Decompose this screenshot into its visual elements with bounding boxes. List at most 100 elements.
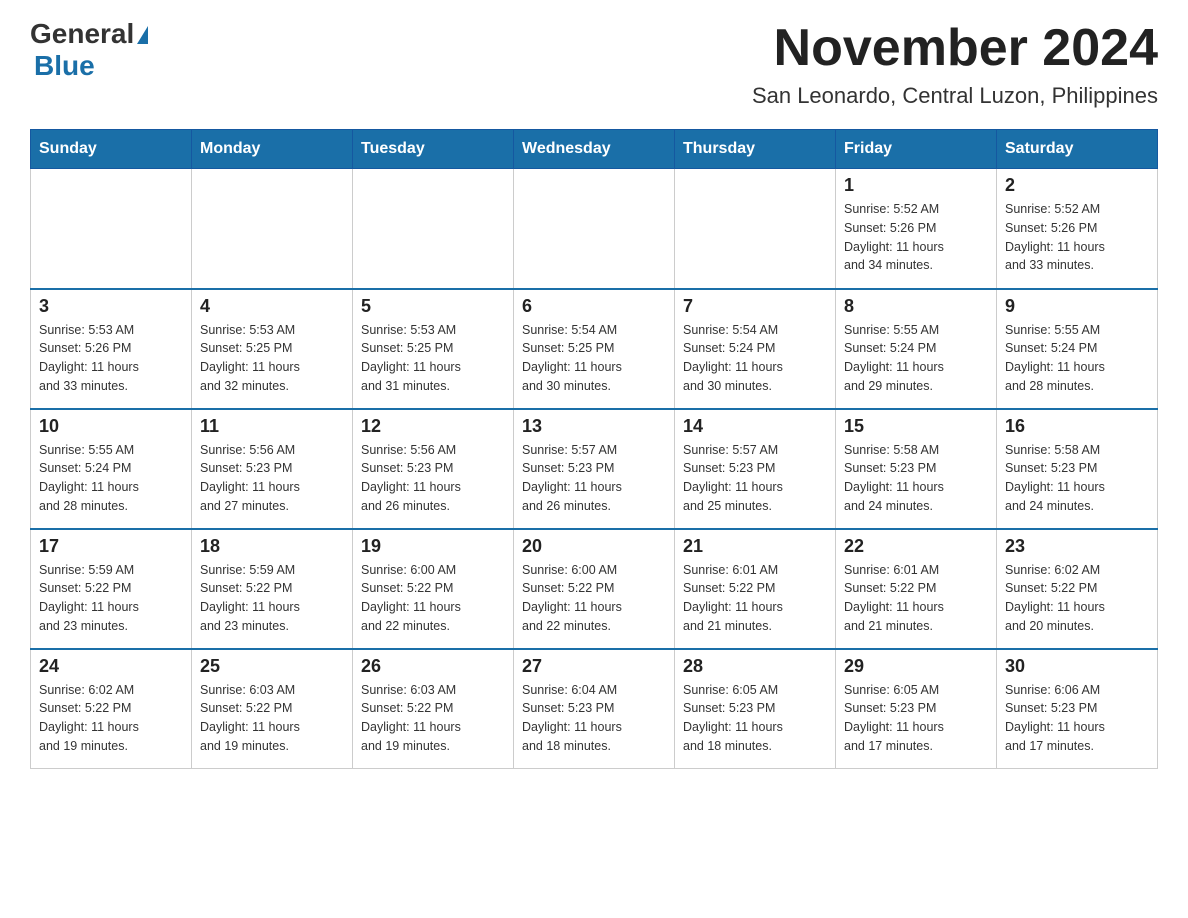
calendar-cell: 25 Sunrise: 6:03 AM Sunset: 5:22 PM Dayli… (192, 649, 353, 769)
day-number: 23 (1005, 536, 1149, 557)
day-number: 3 (39, 296, 183, 317)
calendar-cell (192, 169, 353, 289)
calendar-cell: 21Sunrise: 6:01 AM Sunset: 5:22 PM Dayli… (675, 529, 836, 649)
day-of-week-header: Sunday (31, 130, 192, 169)
calendar-cell: 27 Sunrise: 6:04 AM Sunset: 5:23 PM Dayli… (514, 649, 675, 769)
day-number: 17 (39, 536, 183, 557)
day-of-week-header: Thursday (675, 130, 836, 169)
calendar-cell: 4 Sunrise: 5:53 AM Sunset: 5:25 PM Daylig… (192, 289, 353, 409)
calendar-week-row: 1 Sunrise: 5:52 AM Sunset: 5:26 PM Daylig… (31, 169, 1158, 289)
day-sun-info: Sunrise: 6:03 AM Sunset: 5:22 PM Dayligh… (200, 681, 344, 756)
day-sun-info: Sunrise: 5:59 AM Sunset: 5:22 PM Dayligh… (39, 561, 183, 636)
calendar-table: SundayMondayTuesdayWednesdayThursdayFrid… (30, 129, 1158, 769)
logo-general-text: General (30, 20, 134, 48)
calendar-cell: 23Sunrise: 6:02 AM Sunset: 5:22 PM Dayli… (997, 529, 1158, 649)
calendar-cell (31, 169, 192, 289)
calendar-cell: 5Sunrise: 5:53 AM Sunset: 5:25 PM Daylig… (353, 289, 514, 409)
day-of-week-header: Wednesday (514, 130, 675, 169)
day-sun-info: Sunrise: 5:55 AM Sunset: 5:24 PM Dayligh… (844, 321, 988, 396)
calendar-cell: 22 Sunrise: 6:01 AM Sunset: 5:22 PM Dayli… (836, 529, 997, 649)
calendar-cell: 17 Sunrise: 5:59 AM Sunset: 5:22 PM Dayli… (31, 529, 192, 649)
calendar-cell: 20Sunrise: 6:00 AM Sunset: 5:22 PM Dayli… (514, 529, 675, 649)
calendar-month-year: November 2024 (752, 20, 1158, 77)
day-number: 14 (683, 416, 827, 437)
calendar-cell: 16Sunrise: 5:58 AM Sunset: 5:23 PM Dayli… (997, 409, 1158, 529)
day-sun-info: Sunrise: 6:05 AM Sunset: 5:23 PM Dayligh… (844, 681, 988, 756)
calendar-week-row: 24 Sunrise: 6:02 AM Sunset: 5:22 PM Dayli… (31, 649, 1158, 769)
calendar-cell: 30 Sunrise: 6:06 AM Sunset: 5:23 PM Dayli… (997, 649, 1158, 769)
calendar-cell: 8Sunrise: 5:55 AM Sunset: 5:24 PM Daylig… (836, 289, 997, 409)
day-sun-info: Sunrise: 5:56 AM Sunset: 5:23 PM Dayligh… (361, 441, 505, 516)
calendar-cell (353, 169, 514, 289)
logo-blue-text: Blue (30, 50, 95, 82)
day-sun-info: Sunrise: 5:57 AM Sunset: 5:23 PM Dayligh… (522, 441, 666, 516)
day-number: 6 (522, 296, 666, 317)
day-sun-info: Sunrise: 5:54 AM Sunset: 5:24 PM Dayligh… (683, 321, 827, 396)
day-sun-info: Sunrise: 5:55 AM Sunset: 5:24 PM Dayligh… (1005, 321, 1149, 396)
day-number: 9 (1005, 296, 1149, 317)
day-number: 19 (361, 536, 505, 557)
day-number: 26 (361, 656, 505, 677)
day-number: 10 (39, 416, 183, 437)
day-number: 27 (522, 656, 666, 677)
calendar-location: San Leonardo, Central Luzon, Philippines (752, 83, 1158, 109)
day-sun-info: Sunrise: 5:53 AM Sunset: 5:25 PM Dayligh… (200, 321, 344, 396)
calendar-cell: 28Sunrise: 6:05 AM Sunset: 5:23 PM Dayli… (675, 649, 836, 769)
day-number: 1 (844, 175, 988, 196)
calendar-body: 1 Sunrise: 5:52 AM Sunset: 5:26 PM Daylig… (31, 169, 1158, 769)
calendar-cell: 9 Sunrise: 5:55 AM Sunset: 5:24 PM Daylig… (997, 289, 1158, 409)
calendar-cell: 11Sunrise: 5:56 AM Sunset: 5:23 PM Dayli… (192, 409, 353, 529)
day-sun-info: Sunrise: 5:55 AM Sunset: 5:24 PM Dayligh… (39, 441, 183, 516)
day-sun-info: Sunrise: 6:05 AM Sunset: 5:23 PM Dayligh… (683, 681, 827, 756)
calendar-cell: 10 Sunrise: 5:55 AM Sunset: 5:24 PM Dayli… (31, 409, 192, 529)
day-sun-info: Sunrise: 6:01 AM Sunset: 5:22 PM Dayligh… (844, 561, 988, 636)
day-sun-info: Sunrise: 5:53 AM Sunset: 5:26 PM Dayligh… (39, 321, 183, 396)
day-sun-info: Sunrise: 5:52 AM Sunset: 5:26 PM Dayligh… (1005, 200, 1149, 275)
calendar-cell: 18 Sunrise: 5:59 AM Sunset: 5:22 PM Dayli… (192, 529, 353, 649)
calendar-cell: 14 Sunrise: 5:57 AM Sunset: 5:23 PM Dayli… (675, 409, 836, 529)
calendar-week-row: 10 Sunrise: 5:55 AM Sunset: 5:24 PM Dayli… (31, 409, 1158, 529)
day-number: 13 (522, 416, 666, 437)
day-of-week-header: Monday (192, 130, 353, 169)
day-number: 24 (39, 656, 183, 677)
day-sun-info: Sunrise: 5:57 AM Sunset: 5:23 PM Dayligh… (683, 441, 827, 516)
day-number: 4 (200, 296, 344, 317)
day-sun-info: Sunrise: 6:01 AM Sunset: 5:22 PM Dayligh… (683, 561, 827, 636)
calendar-header: SundayMondayTuesdayWednesdayThursdayFrid… (31, 130, 1158, 169)
day-of-week-header: Saturday (997, 130, 1158, 169)
calendar-cell (514, 169, 675, 289)
day-sun-info: Sunrise: 5:59 AM Sunset: 5:22 PM Dayligh… (200, 561, 344, 636)
day-sun-info: Sunrise: 6:02 AM Sunset: 5:22 PM Dayligh… (39, 681, 183, 756)
day-sun-info: Sunrise: 5:53 AM Sunset: 5:25 PM Dayligh… (361, 321, 505, 396)
day-sun-info: Sunrise: 5:52 AM Sunset: 5:26 PM Dayligh… (844, 200, 988, 275)
day-number: 30 (1005, 656, 1149, 677)
day-sun-info: Sunrise: 6:03 AM Sunset: 5:22 PM Dayligh… (361, 681, 505, 756)
day-number: 18 (200, 536, 344, 557)
day-sun-info: Sunrise: 5:58 AM Sunset: 5:23 PM Dayligh… (844, 441, 988, 516)
calendar-cell: 2Sunrise: 5:52 AM Sunset: 5:26 PM Daylig… (997, 169, 1158, 289)
calendar-cell: 3 Sunrise: 5:53 AM Sunset: 5:26 PM Daylig… (31, 289, 192, 409)
logo-triangle-icon (137, 26, 148, 44)
day-sun-info: Sunrise: 6:00 AM Sunset: 5:22 PM Dayligh… (361, 561, 505, 636)
calendar-cell: 7 Sunrise: 5:54 AM Sunset: 5:24 PM Daylig… (675, 289, 836, 409)
day-sun-info: Sunrise: 6:06 AM Sunset: 5:23 PM Dayligh… (1005, 681, 1149, 756)
day-number: 29 (844, 656, 988, 677)
day-of-week-header: Friday (836, 130, 997, 169)
calendar-cell: 19 Sunrise: 6:00 AM Sunset: 5:22 PM Dayli… (353, 529, 514, 649)
day-number: 22 (844, 536, 988, 557)
calendar-cell: 24 Sunrise: 6:02 AM Sunset: 5:22 PM Dayli… (31, 649, 192, 769)
day-number: 7 (683, 296, 827, 317)
calendar-cell: 1 Sunrise: 5:52 AM Sunset: 5:26 PM Daylig… (836, 169, 997, 289)
day-number: 25 (200, 656, 344, 677)
days-of-week-row: SundayMondayTuesdayWednesdayThursdayFrid… (31, 130, 1158, 169)
day-number: 16 (1005, 416, 1149, 437)
calendar-week-row: 3 Sunrise: 5:53 AM Sunset: 5:26 PM Daylig… (31, 289, 1158, 409)
calendar-cell: 13 Sunrise: 5:57 AM Sunset: 5:23 PM Dayli… (514, 409, 675, 529)
calendar-cell (675, 169, 836, 289)
calendar-cell: 6Sunrise: 5:54 AM Sunset: 5:25 PM Daylig… (514, 289, 675, 409)
calendar-cell: 29 Sunrise: 6:05 AM Sunset: 5:23 PM Dayli… (836, 649, 997, 769)
day-number: 15 (844, 416, 988, 437)
day-sun-info: Sunrise: 6:04 AM Sunset: 5:23 PM Dayligh… (522, 681, 666, 756)
page-header: General Blue November 2024 San Leonardo,… (30, 20, 1158, 109)
day-number: 12 (361, 416, 505, 437)
